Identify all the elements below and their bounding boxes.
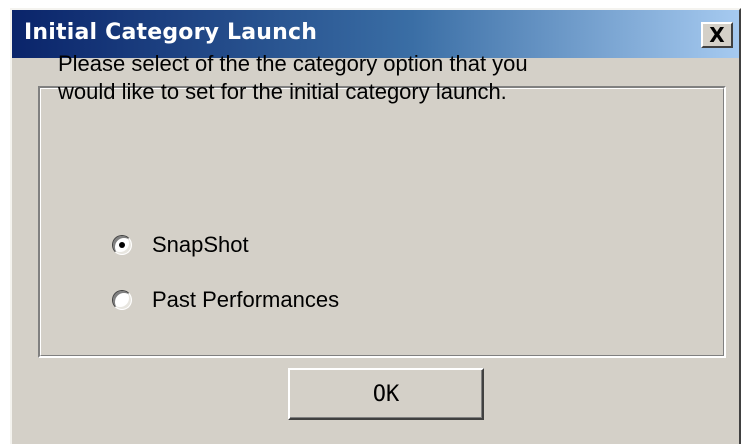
prompt-line-2: would like to set for the initial catego… (58, 79, 507, 104)
radio-label-snapshot: SnapShot (152, 232, 249, 257)
ok-button-label: OK (372, 381, 400, 407)
radio-label-past-performances: Past Performances (152, 287, 340, 312)
radio-button-past-performances[interactable] (112, 290, 132, 310)
radio-button-snapshot[interactable] (112, 235, 132, 255)
radio-option-past-performances[interactable]: Past Performances (112, 287, 339, 313)
ok-button[interactable]: OK (288, 368, 484, 420)
close-icon: X (709, 23, 725, 47)
prompt-line-1: Please select of the the category option… (58, 51, 528, 76)
option-group-box (38, 86, 726, 358)
radio-selected-dot (119, 242, 125, 248)
prompt-text: Please select of the the category option… (58, 50, 678, 106)
radio-option-snapshot[interactable]: SnapShot (112, 232, 249, 258)
dialog-window: Initial Category Launch X Please select … (10, 8, 741, 444)
window-title: Initial Category Launch (24, 20, 318, 45)
close-button[interactable]: X (701, 22, 733, 48)
